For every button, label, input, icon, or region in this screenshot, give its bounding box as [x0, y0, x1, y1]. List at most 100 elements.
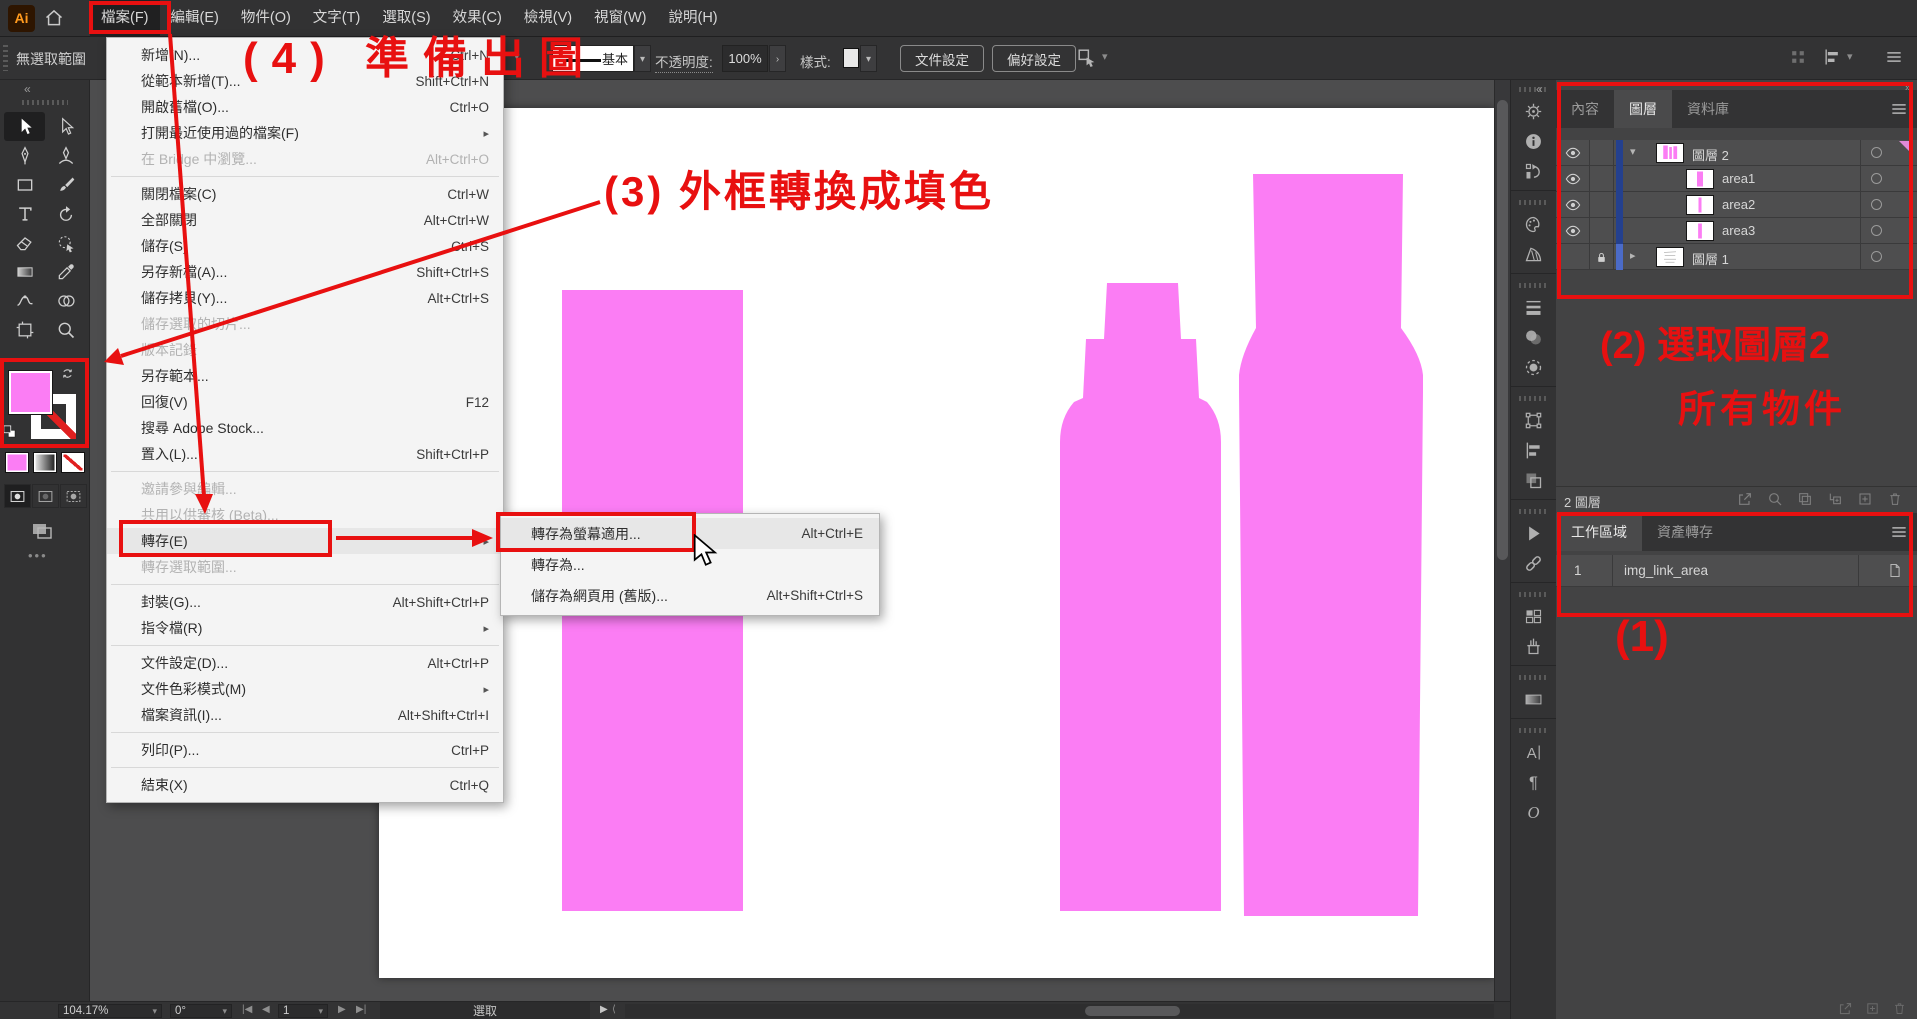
lock-toggle[interactable]: [1590, 166, 1614, 192]
illustrator-logo[interactable]: Ai: [8, 5, 35, 32]
artboards-panel-menu-icon[interactable]: [1889, 522, 1909, 542]
export-submenu-item[interactable]: 儲存為網頁用 (舊版)...Alt+Shift+Ctrl+S: [501, 580, 879, 611]
align-icon[interactable]: [1516, 435, 1552, 465]
file-menu-item[interactable]: 回復(V)F12: [107, 389, 503, 415]
menubar-item-2[interactable]: 編輯(E): [160, 0, 230, 37]
file-menu-item[interactable]: 封裝(G)...Alt+Shift+Ctrl+P: [107, 589, 503, 615]
color-icon[interactable]: [1516, 209, 1552, 239]
pathfinder-icon[interactable]: [1516, 465, 1552, 495]
align-icon[interactable]: [1822, 47, 1842, 67]
direct-selection-tool[interactable]: [45, 112, 86, 141]
layer-name[interactable]: area3: [1722, 223, 1755, 238]
pen-tool[interactable]: [4, 141, 45, 170]
panel-menu-icon[interactable]: [1884, 47, 1904, 67]
align-dropdown-chevron[interactable]: ▾: [1847, 50, 1853, 63]
layers-panel-tab[interactable]: 圖層: [1614, 90, 1672, 128]
lock-toggle[interactable]: [1590, 218, 1614, 244]
next-artboard-button[interactable]: ▶: [338, 1004, 346, 1015]
visibility-toggle[interactable]: [1556, 192, 1590, 218]
edit-toolbar-dots[interactable]: •••: [28, 548, 48, 563]
layer-name[interactable]: 圖層 1: [1692, 249, 1729, 268]
width-tool[interactable]: [4, 286, 45, 315]
layer-row[interactable]: area2: [1556, 192, 1917, 218]
rectangle-tool[interactable]: [4, 170, 45, 199]
file-menu-item[interactable]: 文件設定(D)...Alt+Ctrl+P: [107, 650, 503, 676]
horizontal-scrollbar-thumb[interactable]: [1085, 1006, 1180, 1016]
artboards-panel-tab[interactable]: 工作區域: [1556, 513, 1642, 551]
lock-toggle[interactable]: [1590, 140, 1614, 166]
export-icon[interactable]: [1838, 1001, 1853, 1016]
shape-builder-tool[interactable]: [45, 286, 86, 315]
add-icon[interactable]: [1865, 1001, 1880, 1016]
visibility-toggle[interactable]: [1556, 166, 1590, 192]
file-menu-item[interactable]: 列印(P)...Ctrl+P: [107, 737, 503, 763]
actions-icon[interactable]: [1516, 518, 1552, 548]
paragraph-icon[interactable]: ¶: [1516, 767, 1552, 797]
file-menu-item[interactable]: 開啟舊檔(O)...Ctrl+O: [107, 94, 503, 120]
collect-icon[interactable]: [1797, 491, 1813, 507]
lock-toggle[interactable]: [1590, 244, 1614, 270]
menubar-item-6[interactable]: 效果(C): [442, 0, 513, 37]
chevron-right-icon[interactable]: ▸: [1630, 249, 1636, 262]
zoom-level-select[interactable]: 104.17%▾: [58, 1004, 162, 1018]
search-panel-icon[interactable]: [1767, 491, 1783, 507]
gradient-tool[interactable]: [4, 257, 45, 286]
preferences-button[interactable]: 偏好設定: [992, 45, 1076, 72]
color-swatch-button[interactable]: [5, 452, 29, 473]
color-guide-icon[interactable]: [1516, 239, 1552, 269]
draw-inside-button[interactable]: [60, 484, 87, 508]
layer-target-circle[interactable]: [1871, 173, 1882, 184]
artboards-panel-tab[interactable]: 資產轉存: [1642, 513, 1728, 551]
shaper-tool[interactable]: [45, 228, 86, 257]
layer-row[interactable]: ▾圖層 2: [1556, 140, 1917, 166]
play-icon[interactable]: ▶: [600, 1004, 608, 1015]
artboard-name[interactable]: img_link_area: [1624, 563, 1708, 578]
export-panel-icon[interactable]: [1737, 491, 1753, 507]
similar-dropdown-chevron[interactable]: ▾: [1102, 50, 1108, 63]
vertical-scrollbar[interactable]: [1494, 80, 1510, 1001]
layer-thumbnail[interactable]: [1656, 247, 1684, 267]
select-similar-icon[interactable]: [1076, 47, 1098, 69]
file-menu-item[interactable]: 儲存拷貝(Y)...Alt+Ctrl+S: [107, 285, 503, 311]
collapse-panel-icon[interactable]: «: [24, 82, 31, 96]
menubar-item-1[interactable]: 檔案(F): [90, 0, 160, 37]
menubar-item-7[interactable]: 檢視(V): [513, 0, 583, 37]
file-menu-item[interactable]: 另存新檔(A)...Shift+Ctrl+S: [107, 259, 503, 285]
artboard-tool[interactable]: [4, 315, 45, 344]
default-fill-stroke-icon[interactable]: [2, 424, 17, 439]
style-swatch[interactable]: [843, 48, 859, 68]
new-layer-icon[interactable]: [1857, 491, 1873, 507]
artwork-shape-bottle-large[interactable]: [1239, 174, 1423, 916]
document-setup-button[interactable]: 文件設定: [900, 45, 984, 72]
rotate-tool[interactable]: [45, 199, 86, 228]
file-menu-item[interactable]: 結束(X)Ctrl+Q: [107, 772, 503, 798]
layer-thumbnail[interactable]: [1686, 169, 1714, 189]
eraser-tool[interactable]: [4, 228, 45, 257]
export-submenu-item[interactable]: 轉存為螢幕適用...Alt+Ctrl+E: [501, 518, 879, 549]
brush-select[interactable]: 基本: [552, 45, 634, 72]
file-menu-item[interactable]: 全部關閉Alt+Ctrl+W: [107, 207, 503, 233]
layer-row[interactable]: area1: [1556, 166, 1917, 192]
none-swatch-button[interactable]: [61, 452, 85, 473]
new-sublayer-icon[interactable]: [1827, 491, 1843, 507]
rotation-select[interactable]: 0°▾: [170, 1004, 232, 1018]
transform-icon[interactable]: [1516, 405, 1552, 435]
opacity-label[interactable]: 不透明度:: [655, 51, 713, 73]
artboard-row[interactable]: 1img_link_area: [1556, 555, 1917, 587]
draw-normal-button[interactable]: [4, 484, 31, 508]
artboard-page-icon[interactable]: [1886, 562, 1903, 579]
fill-color-swatch[interactable]: [8, 370, 53, 415]
layer-name[interactable]: 圖層 2: [1692, 145, 1729, 164]
stroke-icon[interactable]: [1516, 292, 1552, 322]
character-icon[interactable]: A: [1516, 737, 1552, 767]
layer-target-circle[interactable]: [1871, 225, 1882, 236]
layer-target-circle[interactable]: [1871, 199, 1882, 210]
artboard-number-select[interactable]: 1▾: [278, 1004, 328, 1018]
file-menu-item[interactable]: 置入(L)...Shift+Ctrl+P: [107, 441, 503, 467]
last-artboard-button[interactable]: ▶|: [356, 1004, 366, 1015]
brushes-icon[interactable]: [1516, 631, 1552, 661]
file-menu-item[interactable]: 檔案資訊(I)...Alt+Shift+Ctrl+I: [107, 702, 503, 728]
links-icon[interactable]: [1516, 548, 1552, 578]
zoom-tool[interactable]: [45, 315, 86, 344]
lock-toggle[interactable]: [1590, 192, 1614, 218]
